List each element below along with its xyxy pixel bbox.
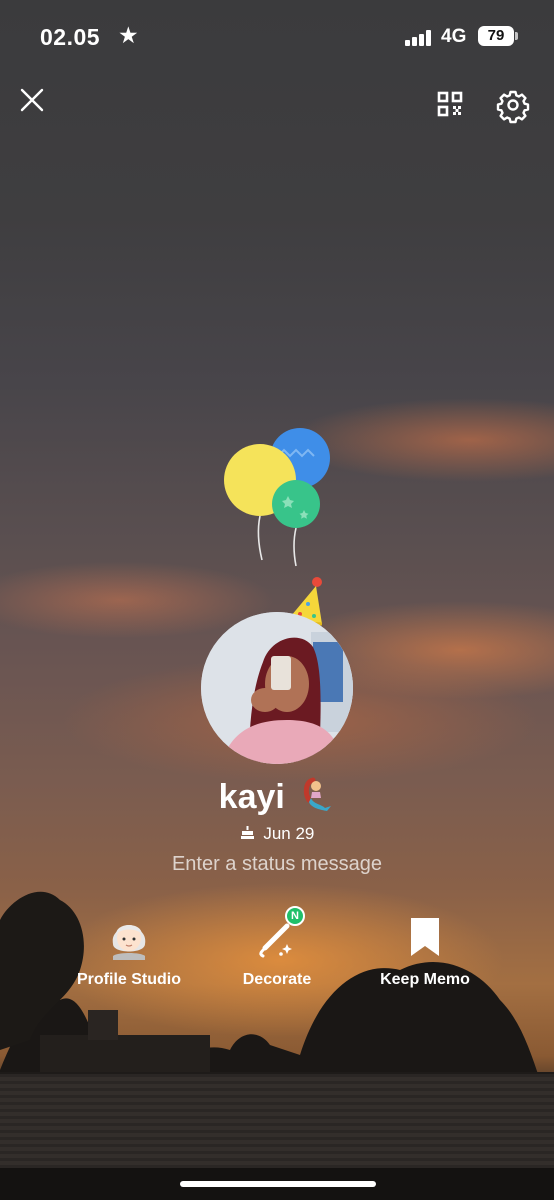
keep-memo-button[interactable]: Keep Memo xyxy=(355,910,495,990)
star-icon: ★ xyxy=(118,22,139,48)
gear-icon xyxy=(496,90,530,124)
status-message-field[interactable]: Enter a status message xyxy=(0,853,554,876)
new-badge: N xyxy=(285,906,305,926)
profile-studio-button[interactable]: Profile Studio xyxy=(59,910,199,990)
qr-code-button[interactable] xyxy=(432,86,468,122)
signal-icon xyxy=(405,30,433,46)
balloons-decoration xyxy=(224,428,330,567)
profile-photo xyxy=(201,612,353,764)
action-label-decorate: Decorate xyxy=(242,971,312,988)
qr-code-icon xyxy=(437,91,463,117)
bookmark-icon xyxy=(411,918,439,956)
action-label-keep-memo: Keep Memo xyxy=(380,971,470,988)
close-button[interactable] xyxy=(14,82,50,118)
profile-avatar[interactable] xyxy=(201,612,353,764)
background-fence xyxy=(0,1072,554,1170)
settings-button[interactable] xyxy=(494,86,532,124)
birthday-row: Jun 29 xyxy=(0,824,554,844)
action-icon-wrap xyxy=(355,910,495,962)
profile-name-row: kayi xyxy=(0,776,554,817)
home-indicator[interactable] xyxy=(180,1181,376,1187)
action-icon-wrap xyxy=(59,910,199,962)
network-type: 4G xyxy=(441,26,467,47)
status-bar: 02.05 ★ 4G 79 xyxy=(0,0,554,74)
avatar-face-icon xyxy=(112,925,146,960)
close-icon xyxy=(20,88,44,112)
cake-icon xyxy=(240,826,254,839)
mermaid-emoji-icon xyxy=(304,777,332,811)
profile-name: kayi xyxy=(218,778,285,816)
battery-icon: 79 xyxy=(478,26,514,46)
status-time: 02.05 xyxy=(40,24,101,50)
action-icon-wrap: N xyxy=(207,906,347,962)
birthday-date: Jun 29 xyxy=(263,824,315,843)
battery-tip xyxy=(515,32,518,40)
decorate-button[interactable]: N Decorate xyxy=(207,906,347,990)
action-label-profile-studio: Profile Studio xyxy=(77,971,181,988)
